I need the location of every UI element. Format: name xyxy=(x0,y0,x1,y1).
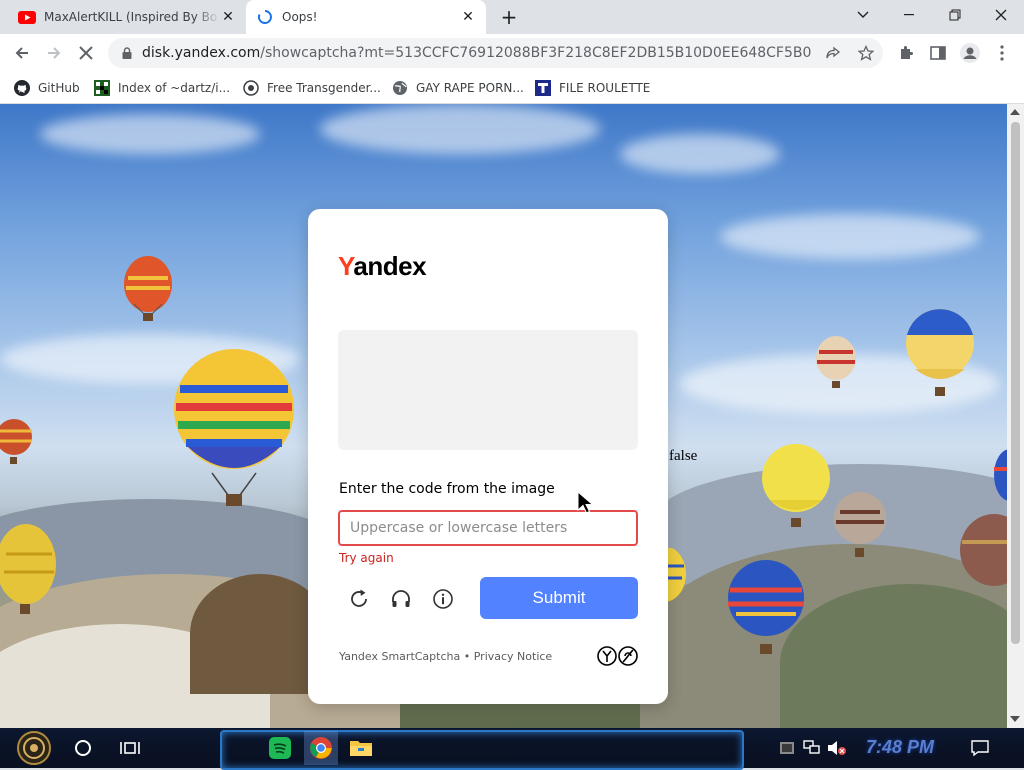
start-button[interactable] xyxy=(16,730,52,766)
submit-button[interactable]: Submit xyxy=(480,577,638,619)
task-view-icon[interactable] xyxy=(116,734,144,762)
stray-text: false xyxy=(669,448,698,464)
tab-search-icon[interactable] xyxy=(840,0,886,30)
profile-avatar-icon[interactable] xyxy=(956,39,984,67)
bookmark-index-dartz[interactable]: Index of ~dartz/i... xyxy=(94,78,230,98)
chrome-icon[interactable] xyxy=(304,731,338,765)
smartcaptcha-link[interactable]: Yandex SmartCaptcha xyxy=(339,650,460,663)
tab-strip: MaxAlertKILL (Inspired By Bo ✕ Oops! ✕ + xyxy=(0,0,1024,34)
url-path: /showcaptcha?mt=513CCFC76912088BF3F218C8… xyxy=(260,45,812,61)
footer-separator: • xyxy=(463,650,471,663)
smartcaptcha-logo-icon xyxy=(597,646,638,666)
scroll-up-arrow-icon[interactable] xyxy=(1010,109,1020,115)
hot-air-balloon xyxy=(124,256,172,321)
refresh-icon[interactable] xyxy=(346,586,372,612)
captcha-instruction: Enter the code from the image xyxy=(339,481,555,497)
bookmarks-bar: GitHub Index of ~dartz/i... Free Transge… xyxy=(0,72,1024,104)
github-icon xyxy=(14,80,30,96)
url-text[interactable]: disk.yandex.com/showcaptcha?mt=513CCFC76… xyxy=(142,45,812,61)
network-icon[interactable] xyxy=(798,734,826,762)
bookmark-label: GAY RAPE PORN... xyxy=(416,81,524,95)
restore-button[interactable] xyxy=(932,0,978,30)
bookmark-free-transgender[interactable]: Free Transgender... xyxy=(243,78,381,98)
bookmark-label: Free Transgender... xyxy=(267,81,381,95)
bookmark-gay-rape[interactable]: GAY RAPE PORN... xyxy=(392,78,524,98)
loading-spinner-icon xyxy=(256,8,274,26)
extensions-icon[interactable] xyxy=(892,39,920,67)
page-background: false Yandex Enter the code from the ima… xyxy=(0,104,1007,728)
bookmark-github[interactable]: GitHub xyxy=(14,78,80,98)
tab-active[interactable]: Oops! ✕ xyxy=(246,0,486,34)
hot-air-balloon xyxy=(728,560,804,654)
minimize-button[interactable] xyxy=(886,0,932,30)
url-domain: disk.yandex.com xyxy=(142,45,261,61)
volume-muted-icon[interactable] xyxy=(823,734,851,762)
bookmark-label: FILE ROULETTE xyxy=(559,81,651,95)
file-roulette-icon xyxy=(535,80,551,96)
hot-air-balloon xyxy=(0,419,32,464)
spotify-icon[interactable] xyxy=(266,734,294,762)
taskbar-accent-frame xyxy=(220,730,744,770)
taskbar-clock[interactable]: 7:48 PM xyxy=(855,732,945,762)
stop-loading-button[interactable] xyxy=(72,39,100,67)
captcha-code-input[interactable] xyxy=(338,510,638,546)
hot-air-balloon xyxy=(960,514,1007,586)
side-panel-icon[interactable] xyxy=(924,39,952,67)
browser-toolbar: disk.yandex.com/showcaptcha?mt=513CCFC76… xyxy=(0,34,1024,72)
lock-icon[interactable] xyxy=(120,47,134,59)
site-icon xyxy=(243,80,259,96)
tray-app-icon[interactable] xyxy=(773,734,801,762)
hot-air-balloon xyxy=(994,449,1007,501)
close-window-button[interactable] xyxy=(978,0,1024,30)
share-icon[interactable] xyxy=(821,41,845,65)
globe-icon xyxy=(392,80,408,96)
new-tab-button[interactable]: + xyxy=(497,5,521,29)
close-tab-icon[interactable]: ✕ xyxy=(460,9,476,25)
tab-youtube[interactable]: MaxAlertKILL (Inspired By Bo ✕ xyxy=(8,0,246,34)
address-bar[interactable]: disk.yandex.com/showcaptcha?mt=513CCFC76… xyxy=(108,38,883,68)
scroll-down-arrow-icon[interactable] xyxy=(1010,716,1020,722)
tab-title: Oops! xyxy=(282,10,318,24)
captcha-image xyxy=(338,330,638,450)
captcha-card: Yandex Enter the code from the image Try… xyxy=(308,209,668,704)
tab-title: MaxAlertKILL (Inspired By Bo xyxy=(44,10,218,24)
cloud xyxy=(40,114,260,154)
hot-air-balloon xyxy=(0,524,56,614)
back-button[interactable] xyxy=(8,39,36,67)
logo-first-letter: Y xyxy=(338,251,354,281)
cloud xyxy=(320,104,600,154)
page-scrollbar[interactable] xyxy=(1007,104,1024,728)
hot-air-balloon xyxy=(834,492,886,557)
bookmark-file-roulette[interactable]: FILE ROULETTE xyxy=(535,78,650,98)
cortana-search-icon[interactable] xyxy=(69,734,97,762)
youtube-icon xyxy=(18,8,36,26)
yandex-logo: Yandex xyxy=(338,251,427,282)
close-tab-icon[interactable]: ✕ xyxy=(220,9,236,25)
mouse-cursor-icon xyxy=(577,491,594,514)
captcha-error: Try again xyxy=(339,551,394,565)
hot-air-balloon xyxy=(762,444,830,527)
forward-button[interactable] xyxy=(40,39,68,67)
captcha-footer: Yandex SmartCaptcha • Privacy Notice xyxy=(339,650,552,663)
windows-taskbar: 7:48 PM xyxy=(0,728,1024,770)
file-explorer-icon[interactable] xyxy=(347,734,375,762)
hot-air-balloon xyxy=(906,309,974,396)
bookmark-label: GitHub xyxy=(38,81,80,95)
pixel-art-icon xyxy=(94,80,110,96)
logo-rest: andex xyxy=(353,251,427,281)
cloud xyxy=(620,134,780,174)
cloud xyxy=(720,214,980,259)
hot-air-balloon xyxy=(816,336,856,388)
hot-air-balloon xyxy=(174,349,294,506)
scrollbar-thumb[interactable] xyxy=(1011,122,1020,644)
bookmark-star-icon[interactable] xyxy=(854,41,878,65)
notification-icon[interactable] xyxy=(966,734,994,762)
info-icon[interactable] xyxy=(430,586,456,612)
headphones-audio-icon[interactable] xyxy=(388,586,414,612)
privacy-notice-link[interactable]: Privacy Notice xyxy=(474,650,552,663)
menu-kebab-icon[interactable] xyxy=(988,39,1016,67)
bookmark-label: Index of ~dartz/i... xyxy=(118,81,231,95)
